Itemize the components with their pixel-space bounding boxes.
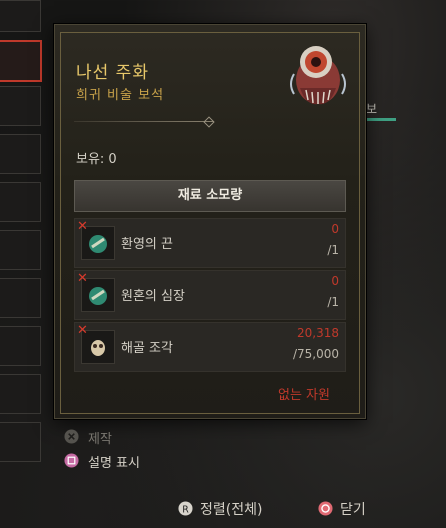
side-tab-label: 보 <box>366 102 378 116</box>
item-type: 희귀 비술 보석 <box>76 88 165 103</box>
item-name: 나선 주화 <box>76 63 149 83</box>
r-stick-button-icon: R <box>178 501 193 516</box>
item-portrait-icon <box>290 46 346 105</box>
inventory-slot[interactable] <box>0 326 41 366</box>
material-required: /75,000 <box>292 347 339 361</box>
owned-count: 보유: 0 <box>76 152 117 167</box>
material-owned: 0 <box>331 222 339 236</box>
show-description-hint[interactable]: 설명 표시 <box>88 452 140 471</box>
sort-button[interactable]: 정렬(전체) <box>200 499 262 519</box>
material-name: 환영의 끈 <box>121 237 173 252</box>
inventory-slot[interactable] <box>0 134 41 174</box>
square-button-icon <box>64 453 79 468</box>
svg-text:R: R <box>182 504 189 515</box>
material-row: ✕ 원혼의 심장 0 /1 <box>74 270 346 320</box>
missing-x-icon: ✕ <box>77 271 88 286</box>
inventory-slot-selected[interactable] <box>0 40 42 82</box>
divider <box>74 121 214 122</box>
inventory-slot[interactable] <box>0 86 41 126</box>
inventory-slot[interactable] <box>0 374 41 414</box>
material-name: 원혼의 심장 <box>121 289 185 304</box>
material-owned: 20,318 <box>297 326 339 340</box>
material-required: /1 <box>327 295 339 309</box>
material-owned: 0 <box>331 274 339 288</box>
inventory-slot[interactable] <box>0 422 41 462</box>
material-name: 해골 조각 <box>121 341 173 356</box>
inventory-slot[interactable] <box>0 182 41 222</box>
close-button[interactable]: 닫기 <box>340 499 366 519</box>
insufficient-resources-warning: 없는 자원 <box>278 388 330 403</box>
inventory-slot[interactable] <box>0 278 41 318</box>
inventory-slot[interactable] <box>0 0 41 32</box>
inventory-slot[interactable] <box>0 230 41 270</box>
craft-hint[interactable]: 제작 <box>88 428 112 447</box>
circle-button-icon <box>318 501 333 516</box>
cross-button-icon <box>64 429 79 444</box>
side-tab-indicator <box>366 118 396 121</box>
material-required: /1 <box>327 243 339 257</box>
missing-x-icon: ✕ <box>77 219 88 234</box>
cost-header: 재료 소모량 <box>74 180 346 212</box>
material-row: ✕ 환영의 끈 0 /1 <box>74 218 346 268</box>
missing-x-icon: ✕ <box>77 323 88 338</box>
material-row: ✕ 해골 조각 20,318 /75,000 <box>74 322 346 372</box>
